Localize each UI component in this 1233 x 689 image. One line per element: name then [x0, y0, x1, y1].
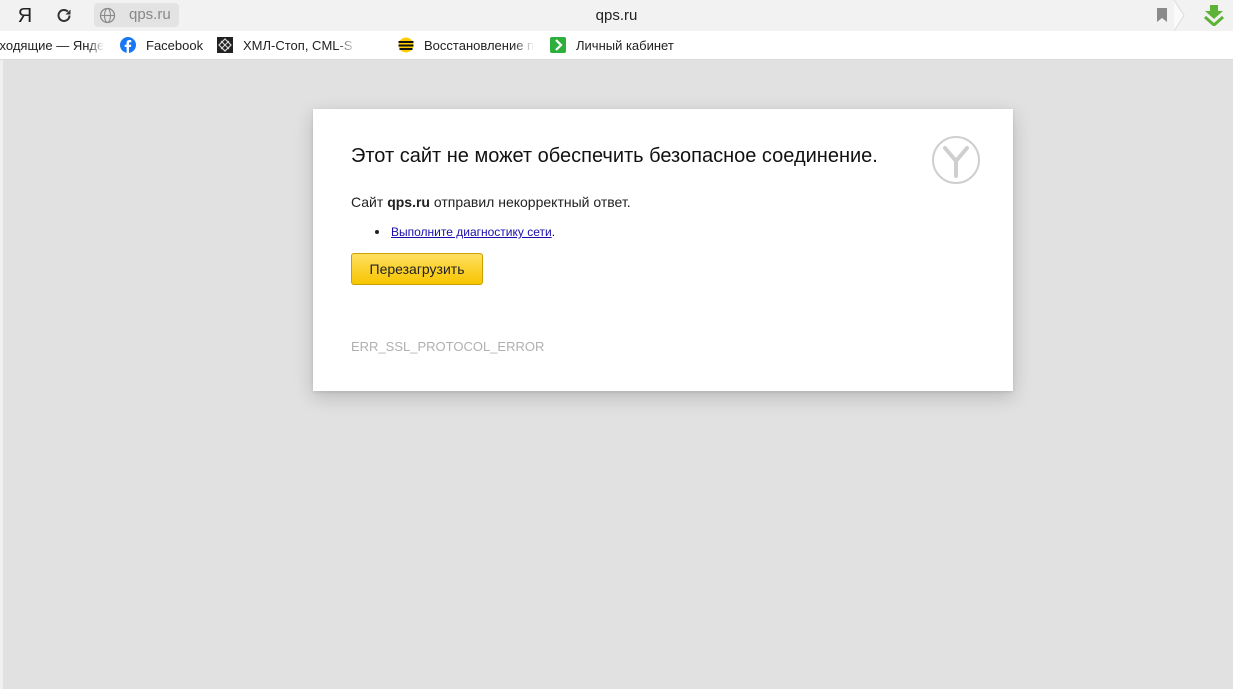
- bookmark-personal-account[interactable]: Личный кабинет: [550, 31, 674, 59]
- bookmark-facebook[interactable]: Facebook: [120, 31, 203, 59]
- bookmarks-bar: Входящие — Яндекс Facebook ХМЛ-Стоп, CML…: [0, 31, 1233, 60]
- message-suffix: отправил некорректный ответ.: [429, 194, 631, 210]
- toolbar-separator-arrow: [1174, 0, 1185, 31]
- error-message: Сайт qps.ru отправил некорректный ответ.: [351, 193, 631, 211]
- beeline-icon: [398, 37, 414, 53]
- reload-button[interactable]: Перезагрузить: [351, 253, 483, 285]
- page-title[interactable]: qps.ru: [0, 6, 1233, 26]
- yandex-browser-logo-icon: [932, 136, 980, 184]
- network-diagnostics-link[interactable]: Выполните диагностику сети: [391, 225, 552, 239]
- bookmark-icon[interactable]: [1156, 8, 1168, 22]
- bookmark-restore[interactable]: Восстановление п: [398, 31, 534, 59]
- suggestion-item: Выполните диагностику сети.: [351, 223, 555, 241]
- bookmark-xml-stop[interactable]: ХМЛ-Стоп, CML-S: [217, 31, 357, 59]
- bookmark-inbox[interactable]: Входящие — Яндекс: [0, 31, 104, 59]
- download-icon[interactable]: [1203, 4, 1225, 26]
- bookmark-label: ХМЛ-Стоп, CML-S: [243, 37, 353, 53]
- error-code: ERR_SSL_PROTOCOL_ERROR: [351, 339, 545, 354]
- suggestion-list: Выполните диагностику сети.: [351, 223, 555, 241]
- suggestion-period: .: [551, 225, 556, 239]
- bookmark-label: Восстановление п: [424, 37, 534, 53]
- green-arrow-icon: [550, 37, 566, 53]
- site-name: qps.ru: [387, 194, 430, 210]
- facebook-icon: [120, 37, 136, 53]
- browser-toolbar: Я qps.ru qps.ru: [0, 0, 1233, 31]
- window-edge: [0, 60, 3, 689]
- error-heading: Этот сайт не может обеспечить безопасное…: [351, 145, 878, 167]
- xml-stop-icon: [217, 37, 233, 53]
- bookmark-label: Личный кабинет: [576, 37, 674, 53]
- bookmark-label: Входящие — Яндекс: [0, 37, 104, 53]
- message-prefix: Сайт: [351, 194, 388, 210]
- error-card: Этот сайт не может обеспечить безопасное…: [313, 109, 1013, 391]
- bookmark-label: Facebook: [146, 37, 204, 53]
